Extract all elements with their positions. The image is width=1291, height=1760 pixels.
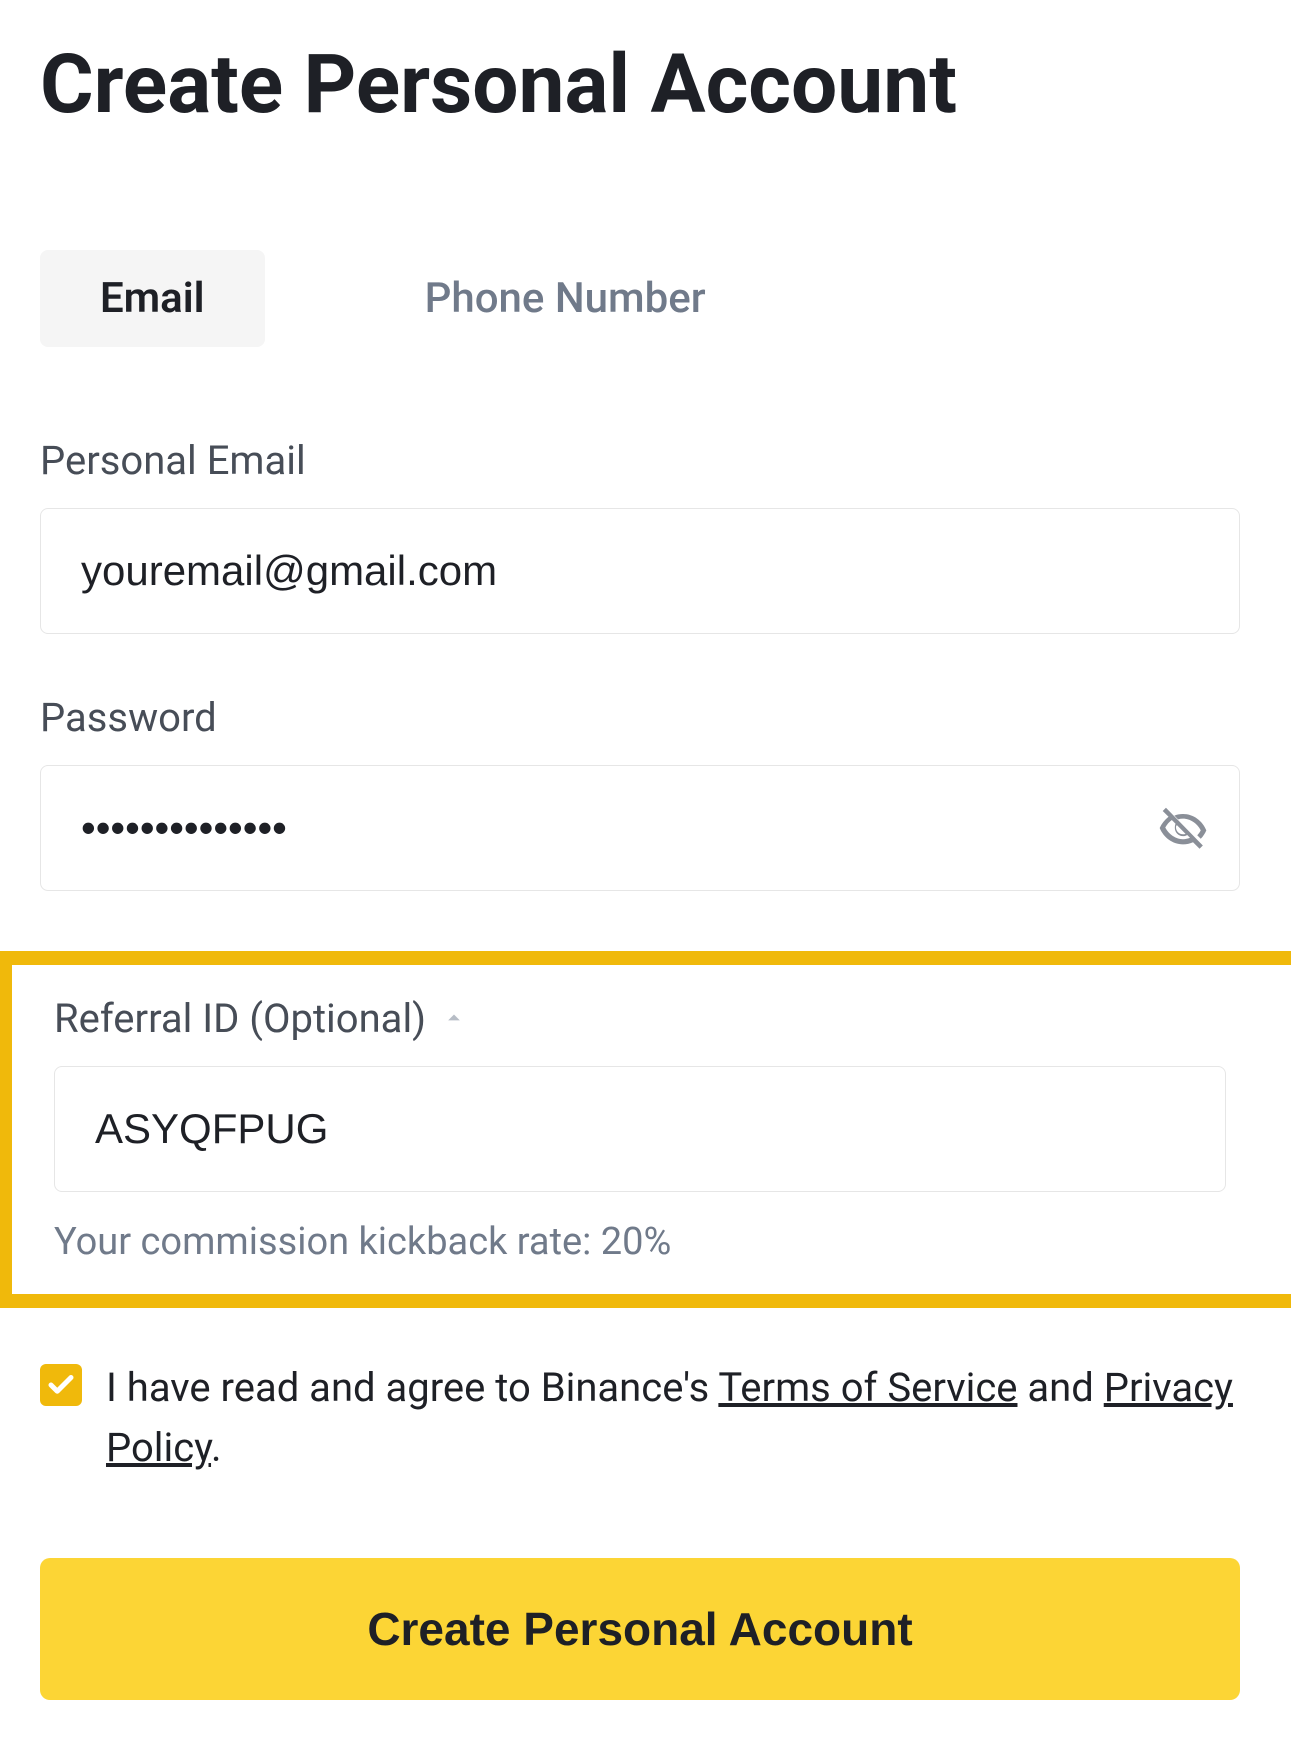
referral-highlight: Referral ID (Optional) Your commission k… xyxy=(0,951,1291,1308)
email-input[interactable] xyxy=(41,509,1239,633)
caret-up-icon xyxy=(440,995,468,1042)
referral-label-row[interactable]: Referral ID (Optional) xyxy=(54,995,1226,1042)
password-field-group: Password xyxy=(40,694,1240,891)
signup-form: Personal Email Password Referral ID (Opt… xyxy=(40,437,1240,1700)
terms-suffix: . xyxy=(211,1424,222,1471)
eye-off-icon[interactable] xyxy=(1155,800,1211,856)
email-input-wrap xyxy=(40,508,1240,634)
page-title: Create Personal Account xyxy=(40,40,1251,130)
auth-tabs: Email Phone Number xyxy=(40,250,1251,347)
referral-input-wrap xyxy=(54,1066,1226,1192)
password-label: Password xyxy=(40,694,1240,741)
password-input-wrap xyxy=(40,765,1240,891)
terms-prefix: I have read and agree to Binance's xyxy=(106,1364,718,1411)
tab-phone[interactable]: Phone Number xyxy=(365,250,766,347)
email-field-group: Personal Email xyxy=(40,437,1240,634)
referral-label: Referral ID (Optional) xyxy=(54,995,426,1042)
referral-input[interactable] xyxy=(55,1067,1225,1191)
referral-helper: Your commission kickback rate: 20% xyxy=(54,1220,1226,1264)
terms-text: I have read and agree to Binance's Terms… xyxy=(106,1358,1240,1478)
referral-field-group: Referral ID (Optional) Your commission k… xyxy=(54,995,1226,1264)
terms-mid: and xyxy=(1017,1364,1103,1411)
terms-checkbox[interactable] xyxy=(40,1364,82,1406)
terms-row: I have read and agree to Binance's Terms… xyxy=(40,1358,1240,1478)
check-icon xyxy=(46,1370,76,1400)
email-label: Personal Email xyxy=(40,437,1240,484)
tab-email[interactable]: Email xyxy=(40,250,265,347)
password-input[interactable] xyxy=(41,766,1239,890)
terms-of-service-link[interactable]: Terms of Service xyxy=(718,1364,1017,1411)
create-account-button[interactable]: Create Personal Account xyxy=(40,1558,1240,1700)
